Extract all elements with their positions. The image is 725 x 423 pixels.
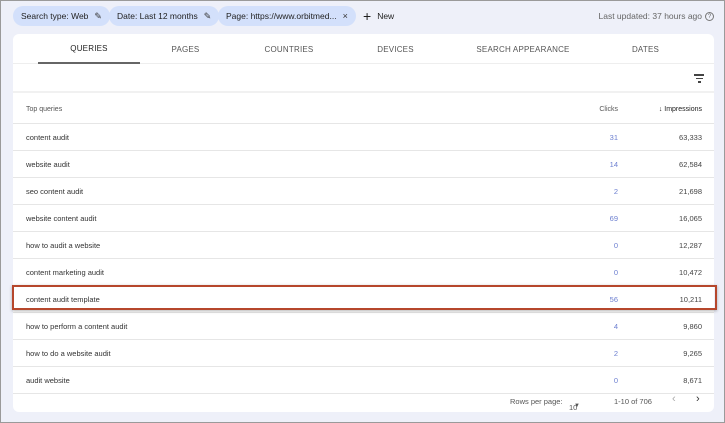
query-cell: content marketing audit — [26, 268, 104, 277]
clicks-cell: 4 — [613, 322, 618, 331]
table-row[interactable]: how to perform a content audit 4 9,860 — [13, 313, 714, 340]
query-cell: website audit — [26, 160, 70, 169]
tab-search-appearance[interactable]: SEARCH APPEARANCE — [468, 34, 578, 64]
query-cell: how to do a website audit — [26, 349, 111, 358]
impressions-cell: 21,698 — [679, 187, 702, 196]
table-row[interactable]: content audit 31 63,333 — [13, 124, 714, 151]
table-toolbar — [13, 65, 714, 93]
table-row[interactable]: seo content audit 2 21,698 — [13, 178, 714, 205]
query-cell: how to audit a website — [26, 241, 101, 250]
chip-search-type[interactable]: Search type: Web ✎ — [13, 6, 110, 26]
impressions-cell: 16,065 — [679, 214, 702, 223]
impressions-cell: 63,333 — [679, 133, 702, 142]
filter-bar: Search type: Web ✎ Date: Last 12 months ✎ … — [1, 1, 725, 33]
clicks-cell: 31 — [609, 133, 618, 142]
impressions-cell: 9,265 — [683, 349, 702, 358]
tab-pages[interactable]: PAGES — [153, 34, 218, 64]
impressions-cell: 9,860 — [683, 322, 702, 331]
table-row[interactable]: website content audit 69 16,065 — [13, 205, 714, 232]
query-cell: how to perform a content audit — [26, 322, 128, 331]
clicks-cell: 0 — [613, 241, 618, 250]
prev-page-button[interactable]: ‹ — [672, 393, 676, 405]
tab-dates[interactable]: DATES — [613, 34, 678, 64]
query-cell: audit website — [26, 376, 70, 385]
header-top-queries: Top queries — [26, 106, 63, 113]
tab-devices[interactable]: DEVICES — [363, 34, 428, 64]
table-row[interactable]: how to do a website audit 2 9,265 — [13, 340, 714, 367]
tab-queries[interactable]: QUERIES — [38, 34, 140, 64]
chip-label: Search type: Web — [21, 11, 89, 21]
header-impressions[interactable]: ↓ Impressions — [659, 106, 702, 113]
new-filter-button[interactable]: + New — [363, 6, 394, 26]
chip-label: Date: Last 12 months — [117, 11, 198, 21]
clicks-cell: 2 — [613, 349, 618, 358]
clicks-cell: 2 — [613, 187, 618, 196]
query-cell: seo content audit — [26, 187, 84, 196]
new-label: New — [377, 11, 395, 21]
highlighted-row-outline — [12, 285, 717, 310]
query-cell: content audit — [26, 133, 69, 142]
impressions-cell: 10,472 — [679, 268, 702, 277]
chip-label: Page: https://www.orbitmed... — [226, 11, 337, 21]
pencil-icon[interactable]: ✎ — [94, 11, 102, 22]
close-icon[interactable]: × — [343, 11, 348, 21]
help-icon[interactable]: ? — [705, 11, 714, 21]
chip-page[interactable]: Page: https://www.orbitmed... × — [218, 6, 356, 26]
table-row[interactable]: how to audit a website 0 12,287 — [13, 232, 714, 259]
clicks-cell: 0 — [613, 376, 618, 385]
last-updated-text: Last updated: 37 hours ago — [598, 11, 703, 21]
sort-down-icon: ↓ — [658, 106, 663, 113]
report-card: QUERIES PAGES COUNTRIES DEVICES SEARCH A… — [13, 34, 714, 412]
table-row[interactable]: content marketing audit 0 10,472 — [13, 259, 714, 286]
table-row[interactable]: audit website 0 8,671 — [13, 367, 714, 394]
table-row[interactable]: website audit 14 62,584 — [13, 151, 714, 178]
chip-date[interactable]: Date: Last 12 months ✎ — [109, 6, 220, 26]
impressions-label: Impressions — [664, 106, 702, 113]
rows-per-page-label: Rows per page: — [510, 397, 563, 406]
next-page-button[interactable]: › — [696, 393, 700, 405]
table-header: Top queries Clicks ↓ Impressions — [13, 96, 714, 124]
pagination: Rows per page: 10 ▼ 1-10 of 706 ‹ › — [13, 391, 714, 412]
header-clicks[interactable]: Clicks — [599, 106, 618, 113]
tab-bar: QUERIES PAGES COUNTRIES DEVICES SEARCH A… — [13, 34, 714, 64]
page-range: 1-10 of 706 — [614, 397, 652, 406]
tab-countries[interactable]: COUNTRIES — [253, 34, 325, 64]
impressions-cell: 62,584 — [679, 160, 702, 169]
pencil-icon[interactable]: ✎ — [204, 11, 212, 22]
impressions-cell: 12,287 — [679, 241, 702, 250]
query-cell: website content audit — [26, 214, 97, 223]
impressions-cell: 8,671 — [683, 376, 702, 385]
clicks-cell: 69 — [609, 214, 618, 223]
clicks-cell: 14 — [609, 160, 618, 169]
plus-icon: + — [363, 8, 372, 24]
dropdown-arrow-icon: ▼ — [574, 403, 580, 409]
filter-icon[interactable] — [694, 74, 704, 85]
clicks-cell: 0 — [613, 268, 618, 277]
last-updated: Last updated: 37 hours ago? — [598, 11, 714, 21]
